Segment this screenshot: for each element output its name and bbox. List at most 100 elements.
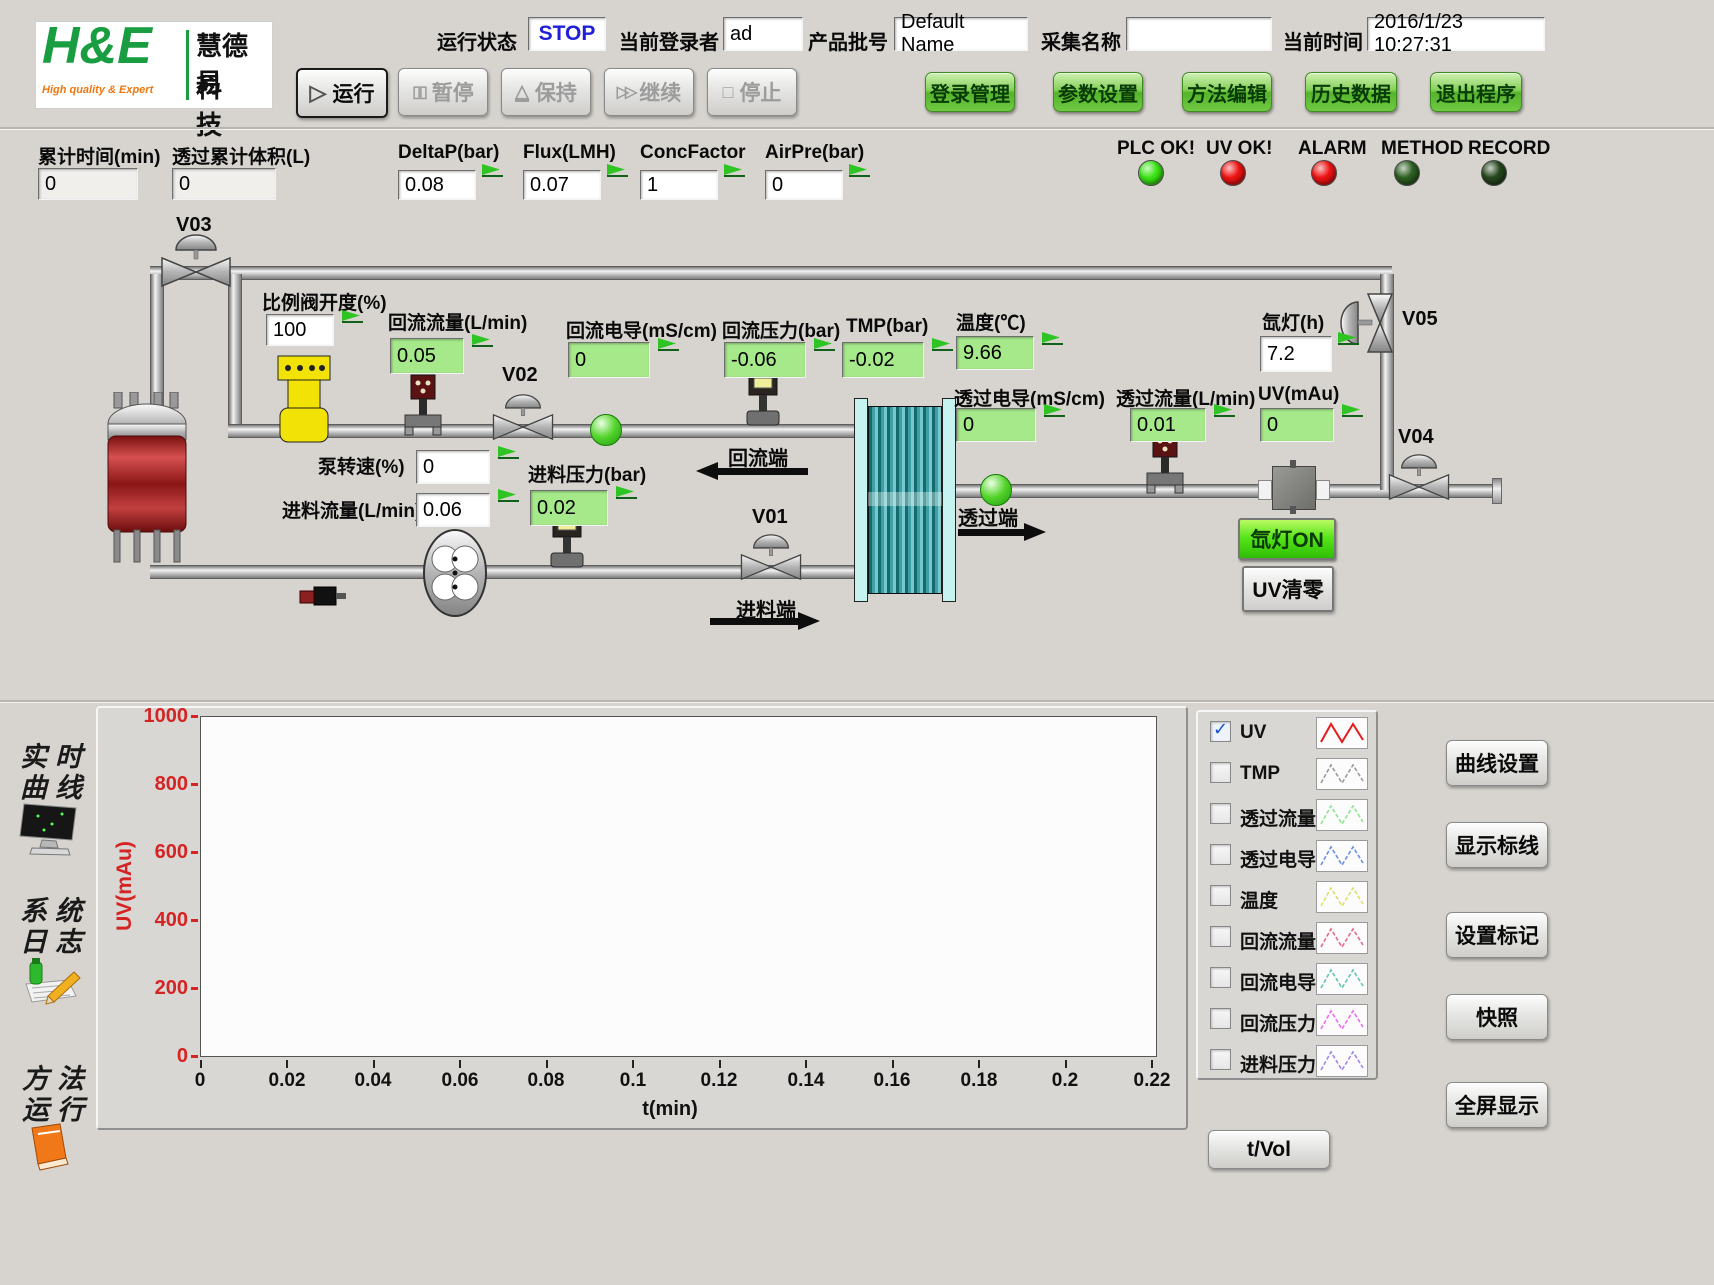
batch-label: 产品批号	[808, 26, 888, 55]
valve-v01[interactable]	[738, 526, 804, 587]
set-marker-button[interactable]: 设置标记	[1446, 912, 1548, 958]
permeate-cond-label: 透过电导(mS/cm)	[954, 384, 1105, 411]
prop-valve-open-label: 比例阀开度(%)	[262, 288, 387, 315]
set-flag-icon	[607, 164, 625, 175]
legend-checkbox-reflux-flow[interactable]	[1210, 926, 1231, 947]
legend-swatch-permeate-flow[interactable]	[1316, 799, 1368, 831]
legend-swatch-permeate-cond[interactable]	[1316, 840, 1368, 872]
legend-checkbox-temperature[interactable]	[1210, 885, 1231, 906]
legend-checkbox-feed-pressure[interactable]	[1210, 1049, 1231, 1070]
set-flag-icon	[849, 164, 867, 175]
concfactor-value[interactable]: 1	[640, 170, 718, 200]
login-manage-button[interactable]: 登录管理	[925, 72, 1015, 112]
legend-checkbox-permeate-flow[interactable]	[1210, 803, 1231, 824]
snapshot-button[interactable]: 快照	[1446, 994, 1548, 1040]
resume-button[interactable]: ▷▷ 继续	[604, 68, 694, 116]
permeate-port-label: 透过端	[958, 502, 1018, 531]
set-flag-icon	[472, 334, 490, 345]
stop-button[interactable]: □ 停止	[707, 68, 797, 116]
y-tick: 1000	[120, 705, 188, 728]
feed-flow-value[interactable]: 0.06	[416, 493, 490, 527]
y-tick: 200	[120, 977, 188, 1000]
current-user-input[interactable]: ad	[723, 17, 803, 51]
prop-valve-open-value[interactable]: 100	[266, 314, 334, 346]
xenon-hours-label: 氙灯(h)	[1262, 308, 1324, 335]
legend-swatch-reflux-flow[interactable]	[1316, 922, 1368, 954]
set-flag-icon	[658, 338, 676, 349]
collect-name-input[interactable]	[1126, 17, 1272, 51]
method-book-icon[interactable]	[26, 1122, 74, 1177]
feed-pump[interactable]	[422, 528, 488, 623]
set-flag-icon	[498, 489, 516, 500]
feed-arrow-head	[798, 612, 820, 630]
method-led	[1394, 160, 1420, 186]
legend-swatch-reflux-pressure[interactable]	[1316, 1004, 1368, 1036]
sidebar-item-system-log[interactable]: 系统日志	[20, 896, 92, 958]
proportional-valve[interactable]	[276, 354, 332, 451]
uv-ok-label: UV OK!	[1206, 138, 1273, 160]
hold-button[interactable]: △ 保持	[501, 68, 591, 116]
valve-v02[interactable]	[490, 386, 556, 447]
method-edit-button[interactable]: 方法编辑	[1182, 72, 1272, 112]
permeate-volume-label: 透过累计体积(L)	[172, 142, 310, 169]
valve-v03[interactable]	[158, 226, 234, 293]
deltap-value[interactable]: 0.08	[398, 170, 476, 200]
pipe-reflux-drop	[228, 274, 242, 430]
pause-icon: ▯▯	[412, 82, 426, 102]
valve-v05[interactable]	[1336, 292, 1398, 359]
legend-label-tmp: TMP	[1240, 763, 1280, 785]
legend-swatch-uv[interactable]	[1316, 717, 1368, 749]
feed-pressure-value: 0.02	[530, 490, 608, 526]
legend-swatch-reflux-cond[interactable]	[1316, 963, 1368, 995]
pump-speed-value[interactable]: 0	[416, 450, 490, 484]
permeate-arrow	[958, 529, 1024, 536]
run-button[interactable]: ▷ 运行	[296, 68, 388, 118]
airpre-value[interactable]: 0	[765, 170, 843, 200]
flux-value[interactable]: 0.07	[523, 170, 601, 200]
show-cursor-button[interactable]: 显示标线	[1446, 822, 1548, 868]
logbook-pencil-icon[interactable]	[18, 956, 84, 1013]
legend-swatch-feed-pressure[interactable]	[1316, 1045, 1368, 1077]
uv-mau-value: 0	[1260, 408, 1334, 442]
alarm-label: ALARM	[1298, 138, 1367, 160]
legend-checkbox-tmp[interactable]	[1210, 762, 1231, 783]
hold-button-label: 保持	[535, 77, 577, 107]
xenon-hours-value[interactable]: 7.2	[1260, 336, 1332, 372]
legend-checkbox-permeate-cond[interactable]	[1210, 844, 1231, 865]
sidebar-item-realtime-curve[interactable]: 实时曲线	[20, 742, 92, 804]
header: H&E High quality & Expert 慧德易 科 技 运行状态 S…	[0, 0, 1714, 127]
logo-cn-2: 科 技	[196, 68, 272, 142]
logo-divider	[186, 30, 189, 100]
legend-swatch-tmp[interactable]	[1316, 758, 1368, 790]
sidebar-item-method-run[interactable]: 方法运行	[22, 1064, 94, 1126]
temperature-label: 温度(℃)	[956, 308, 1026, 335]
legend-swatch-temperature[interactable]	[1316, 881, 1368, 913]
uv-zero-button[interactable]: UV清零	[1242, 566, 1334, 612]
pipe-top-return	[150, 266, 1392, 280]
legend-checkbox-reflux-cond[interactable]	[1210, 967, 1231, 988]
monitor-icon[interactable]	[18, 802, 82, 863]
flux-label: Flux(LMH)	[523, 142, 616, 164]
pause-button[interactable]: ▯▯ 暂停	[398, 68, 488, 116]
header-divider	[0, 127, 1714, 130]
valve-v04[interactable]	[1386, 446, 1452, 507]
param-settings-button[interactable]: 参数设置	[1053, 72, 1143, 112]
legend-checkbox-uv[interactable]	[1210, 721, 1231, 742]
xenon-lamp-button[interactable]: 氙灯ON	[1238, 518, 1336, 560]
t-vol-toggle-button[interactable]: t/Vol	[1208, 1130, 1330, 1169]
batch-input[interactable]: Default Name	[894, 17, 1028, 51]
set-flag-icon	[1044, 404, 1062, 415]
reflux-cond-value: 0	[568, 342, 650, 378]
set-flag-icon	[932, 338, 950, 349]
fullscreen-button[interactable]: 全屏显示	[1446, 1082, 1548, 1128]
deltap-label: DeltaP(bar)	[398, 142, 499, 164]
x-tick: 0.16	[861, 1070, 923, 1092]
history-data-button[interactable]: 历史数据	[1305, 72, 1397, 112]
exit-button[interactable]: 退出程序	[1430, 72, 1522, 112]
x-tick: 0.04	[342, 1070, 404, 1092]
curve-settings-button[interactable]: 曲线设置	[1446, 740, 1548, 786]
legend-checkbox-reflux-pressure[interactable]	[1210, 1008, 1231, 1029]
x-tick: 0.14	[775, 1070, 837, 1092]
x-tick: 0.02	[256, 1070, 318, 1092]
permeate-volume-value: 0	[172, 168, 276, 200]
